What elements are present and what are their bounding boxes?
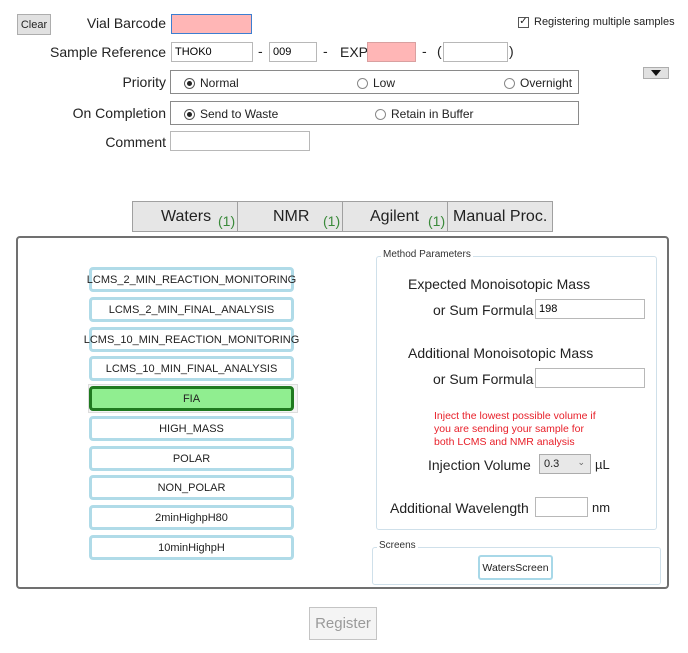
vial-barcode-input[interactable] <box>171 14 252 34</box>
wavelength-unit: nm <box>592 500 611 515</box>
method-parameters-group: Method Parameters <box>376 249 657 530</box>
clear-button[interactable]: Clear <box>17 14 51 35</box>
tab-count: (1) <box>323 213 341 229</box>
radio-label: Low <box>373 76 396 90</box>
injection-volume-label: Injection Volume <box>428 457 531 473</box>
tab-label: Manual Proc. <box>453 208 548 225</box>
priority-label: Priority <box>122 74 166 90</box>
priority-radio-overnight[interactable]: Overnight <box>504 76 572 90</box>
additional-formula-label: or Sum Formula <box>433 371 534 387</box>
multi-samples-label: Registering multiple samples <box>534 16 675 28</box>
screens-legend: Screens <box>377 540 418 551</box>
priority-radio-low[interactable]: Low <box>357 76 395 90</box>
sample-ref-number-input[interactable] <box>269 42 317 62</box>
radio-unselected-icon <box>375 108 386 120</box>
chevron-down-icon: ⌄ <box>577 457 585 467</box>
method-button[interactable]: NON_POLAR <box>89 475 294 500</box>
priority-radio-normal[interactable]: Normal <box>184 76 239 90</box>
tab-manual-proc[interactable]: Manual Proc. <box>447 201 553 232</box>
paren-value-input[interactable] <box>443 42 508 62</box>
injection-warning: Inject the lowest possible volume if you… <box>434 410 596 449</box>
sample-ref-prefix-input[interactable] <box>171 42 253 62</box>
radio-unselected-icon <box>504 77 515 89</box>
multi-samples-checkbox[interactable]: ✓ Registering multiple samples <box>518 16 675 28</box>
tab-label: NMR <box>273 208 310 225</box>
warning-line: you are sending your sample for <box>434 423 584 435</box>
comment-input[interactable] <box>170 131 310 151</box>
method-button[interactable]: LCMS_10_MIN_FINAL_ANALYSIS <box>89 356 294 381</box>
method-button[interactable]: POLAR <box>89 446 294 471</box>
waters-screen-button[interactable]: WatersScreen <box>478 555 553 580</box>
paren-close: ) <box>509 43 514 59</box>
injection-volume-select[interactable]: 0.3 ⌄ <box>539 454 591 474</box>
exp-label: EXP <box>340 44 369 60</box>
vial-barcode-label: Vial Barcode <box>86 15 166 31</box>
wavelength-input[interactable] <box>535 497 588 517</box>
completion-group: Send to Waste Retain in Buffer <box>170 101 579 125</box>
radio-selected-icon <box>184 77 195 89</box>
triangle-down-icon <box>651 70 661 76</box>
sample-ref-separator: - <box>258 43 263 59</box>
completion-radio-buffer[interactable]: Retain in Buffer <box>375 107 474 121</box>
injection-volume-unit: µL <box>595 457 610 472</box>
tab-label: Agilent <box>370 208 419 225</box>
paren-open: ( <box>437 43 442 59</box>
tab-nmr[interactable]: NMR (1) <box>237 201 343 232</box>
expected-formula-label: or Sum Formula <box>433 302 534 318</box>
method-button[interactable]: LCMS_2_MIN_REACTION_MONITORING <box>87 267 296 292</box>
expected-formula-input[interactable] <box>535 299 645 319</box>
tab-count: (1) <box>428 213 446 229</box>
additional-mass-label: Additional Monoisotopic Mass <box>408 345 594 361</box>
method-button-selected[interactable]: FIA <box>89 386 294 411</box>
method-button[interactable]: HIGH_MASS <box>89 416 294 441</box>
priority-group: Normal Low Overnight <box>170 70 579 94</box>
warning-line: Inject the lowest possible volume if <box>434 410 596 422</box>
exp-input[interactable] <box>367 42 416 62</box>
tab-label: Waters <box>161 208 212 225</box>
radio-selected-icon <box>184 108 195 120</box>
radio-label: Retain in Buffer <box>391 107 474 121</box>
method-button[interactable]: LCMS_2_MIN_FINAL_ANALYSIS <box>89 297 294 322</box>
warning-line: both LCMS and NMR analysis <box>434 436 575 448</box>
radio-unselected-icon <box>357 77 368 89</box>
additional-formula-input[interactable] <box>535 368 645 388</box>
tab-count: (1) <box>218 213 236 229</box>
completion-radio-waste[interactable]: Send to Waste <box>184 107 278 121</box>
expected-mass-label: Expected Monoisotopic Mass <box>408 276 591 292</box>
on-completion-label: On Completion <box>72 105 166 121</box>
checkbox-checked-icon: ✓ <box>518 16 529 28</box>
method-parameters-legend: Method Parameters <box>381 249 473 260</box>
sample-ref-separator: - <box>422 43 427 59</box>
method-button[interactable]: LCMS_10_MIN_REACTION_MONITORING <box>84 327 299 352</box>
comment-label: Comment <box>105 134 166 150</box>
sample-reference-label: Sample Reference <box>50 44 166 60</box>
method-button[interactable]: 10minHighpH <box>89 535 294 560</box>
method-button[interactable]: 2minHighpH80 <box>89 505 294 530</box>
wavelength-label: Additional Wavelength <box>390 500 529 516</box>
radio-label: Overnight <box>520 76 573 90</box>
injection-volume-value: 0.3 <box>544 458 560 470</box>
register-button[interactable]: Register <box>309 607 377 640</box>
sample-ref-separator: - <box>323 43 328 59</box>
radio-label: Send to Waste <box>200 107 279 121</box>
tab-waters[interactable]: Waters (1) <box>132 201 238 232</box>
radio-label: Normal <box>200 76 239 90</box>
tab-agilent[interactable]: Agilent (1) <box>342 201 448 232</box>
expand-button[interactable] <box>643 67 669 79</box>
